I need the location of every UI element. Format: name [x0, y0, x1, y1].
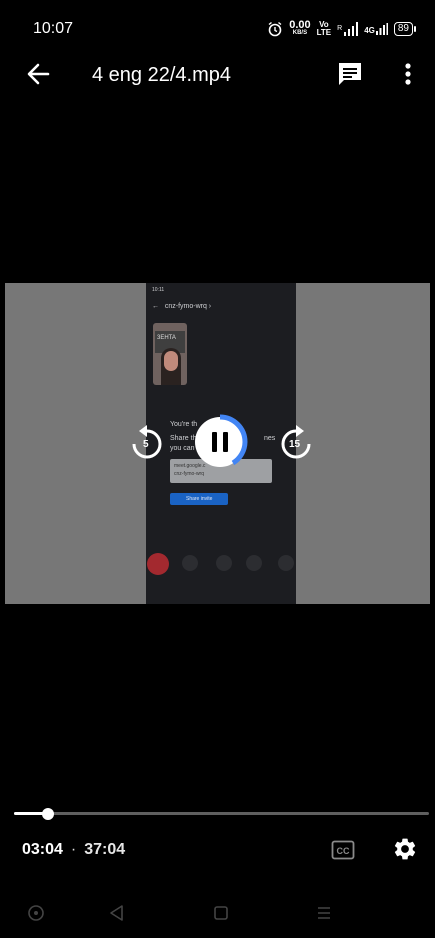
play-pause-button[interactable]	[192, 414, 248, 470]
home-circle-icon	[28, 905, 44, 921]
video-status-text: 10:11	[152, 287, 165, 293]
video-ctrl	[246, 555, 262, 571]
forward-button[interactable]: 15	[278, 423, 314, 463]
recents-square-icon	[214, 906, 228, 920]
video-share-button: Share invite	[170, 493, 228, 505]
nav-recents[interactable]	[210, 902, 232, 924]
signal-icon	[344, 21, 359, 36]
app-bar: 4 eng 22/4.mp4	[0, 58, 435, 94]
video-meeting-title: ← cnz-fymo-wrq ›	[152, 303, 212, 310]
video-line1-cont: nes	[264, 435, 276, 442]
alarm-icon	[268, 21, 282, 36]
video-ctrl	[182, 555, 198, 571]
nav-back[interactable]	[106, 902, 128, 924]
signal-icon-2	[375, 22, 388, 35]
network-speed: 0.00 KB/S	[289, 19, 311, 37]
settings-button[interactable]	[392, 836, 418, 862]
back-button[interactable]	[24, 58, 56, 90]
system-nav-bar	[0, 888, 435, 938]
status-icons: 0.00 KB/S Vo LTE R 4G 89	[267, 19, 417, 37]
volte-indicator: Vo LTE	[316, 19, 332, 37]
roaming-indicator: R	[337, 25, 343, 32]
gear-icon	[394, 838, 416, 860]
duration: 37:04	[84, 841, 126, 858]
message-lines-icon	[339, 63, 361, 85]
video-ctrl	[216, 555, 232, 571]
status-bar: 10:07 0.00 KB/S Vo LTE R 4G 89	[0, 0, 435, 58]
menu-lines-icon	[318, 907, 330, 919]
closed-captions-icon: CC	[331, 840, 355, 860]
rewind-seconds: 5	[143, 439, 149, 450]
battery-indicator: 89	[393, 21, 417, 36]
time-separator: ·	[70, 841, 77, 858]
video-end-call	[147, 553, 169, 575]
pause-icon	[195, 414, 248, 467]
arrow-left-icon	[27, 63, 50, 85]
video-ctrl	[278, 555, 294, 571]
nav-menu[interactable]	[313, 902, 335, 924]
video-participant-tile: 3EHTA	[153, 323, 187, 385]
status-clock: 10:07	[33, 20, 74, 37]
dots-vertical-icon	[405, 63, 411, 85]
subtitles-button[interactable]	[336, 60, 364, 88]
network-type: 4G	[364, 22, 388, 35]
forward-seconds: 15	[289, 439, 301, 450]
svg-text:CC: CC	[337, 846, 350, 856]
current-time: 03:04	[22, 841, 63, 858]
seek-thumb[interactable]	[42, 808, 55, 820]
closed-captions-button[interactable]: CC	[331, 840, 355, 860]
time-display: 03:04 · 37:04	[22, 841, 125, 859]
more-options-button[interactable]	[396, 60, 420, 88]
seek-bar[interactable]	[14, 812, 429, 815]
video-line2: you can	[170, 445, 195, 452]
nav-home-circle[interactable]	[25, 902, 47, 924]
back-triangle-icon	[110, 905, 123, 921]
video-title: 4 eng 22/4.mp4	[92, 64, 231, 86]
video-placard-text: 3EHTA	[157, 335, 176, 341]
rewind-button[interactable]: 5	[130, 423, 164, 463]
